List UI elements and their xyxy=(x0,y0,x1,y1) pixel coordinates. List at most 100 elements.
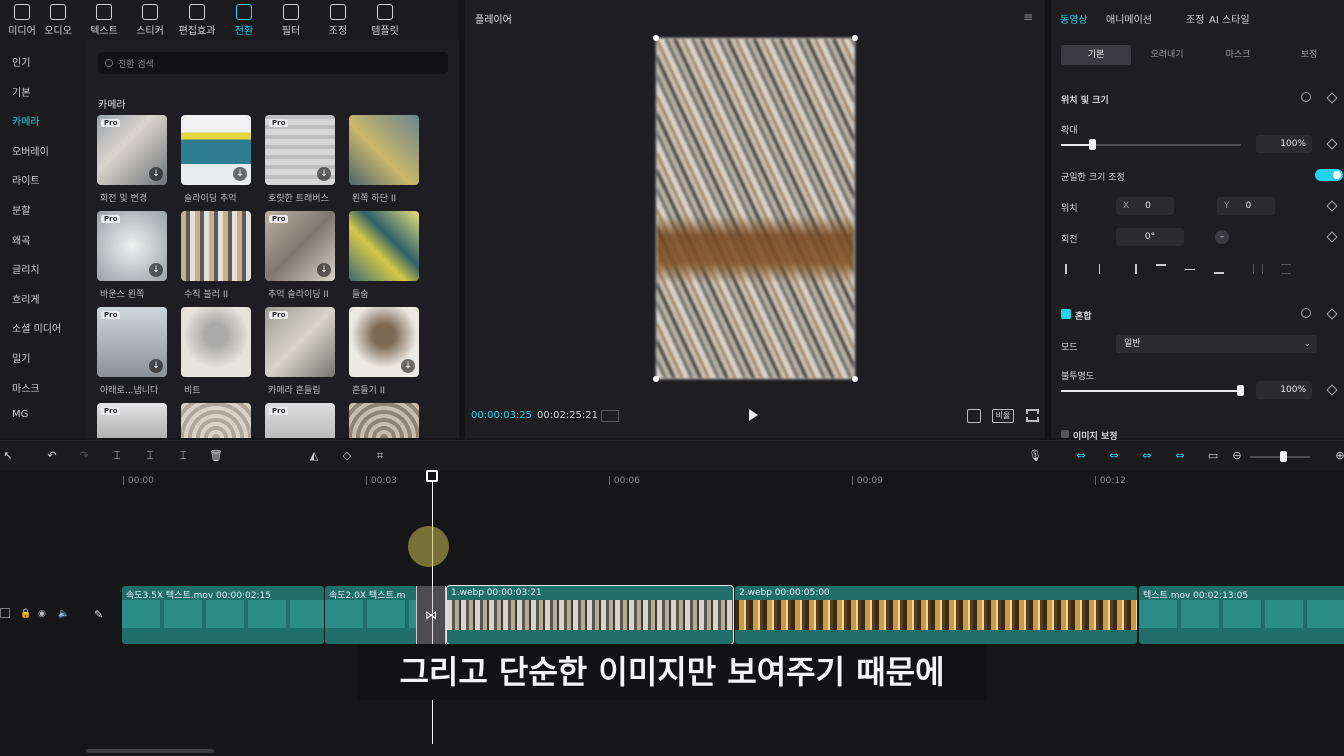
transition-tile[interactable]: Pro ↓ xyxy=(97,307,167,377)
volume-icon[interactable]: 🔈 xyxy=(58,609,69,619)
transition-marker[interactable]: ⋈ xyxy=(416,586,446,644)
keyframe-icon[interactable] xyxy=(1326,231,1338,243)
lock-icon[interactable]: 🔒 xyxy=(20,609,31,619)
preview-axis-icon[interactable]: ⇔ xyxy=(1174,450,1186,462)
category-item[interactable]: 소셜 미디어 xyxy=(12,320,61,335)
redo-icon[interactable]: ↷ xyxy=(78,450,90,462)
position-y-field[interactable]: Y0 xyxy=(1217,197,1275,215)
transition-tile[interactable]: Pro xyxy=(97,403,167,438)
toolbar-template-button[interactable]: 템플릿 xyxy=(363,4,407,38)
eye-icon[interactable]: ◉ xyxy=(38,609,46,619)
ratio-button[interactable]: 비율 xyxy=(992,409,1014,423)
toolbar-effects-button[interactable]: 편집효과 xyxy=(175,4,219,38)
toolbar-adjust-button[interactable]: 조정 xyxy=(316,4,360,38)
tab-3[interactable]: AI 스타일 xyxy=(1209,11,1250,26)
position-x-field[interactable]: X0 xyxy=(1116,197,1174,215)
category-item[interactable]: 마스크 xyxy=(12,380,40,395)
timeline-clip[interactable]: 1.webp 00:00:03:21 xyxy=(446,585,734,645)
reset-icon[interactable] xyxy=(1301,308,1311,318)
scale-slider-knob[interactable] xyxy=(1089,139,1096,150)
screenshot-icon[interactable] xyxy=(967,409,981,423)
split-icon[interactable]: ⌶ xyxy=(111,450,123,462)
track-icon[interactable] xyxy=(0,608,10,618)
snap-icon[interactable]: ⇔ xyxy=(1141,450,1153,462)
category-item[interactable]: 분할 xyxy=(12,202,30,217)
align-left-icon[interactable] xyxy=(1065,264,1075,274)
toolbar-audio-button[interactable]: 오디오 xyxy=(36,4,80,38)
transition-tile[interactable]: Pro xyxy=(265,307,335,377)
category-item[interactable]: MG xyxy=(12,409,28,420)
scale-field[interactable]: 100% xyxy=(1256,135,1312,153)
download-icon[interactable]: ↓ xyxy=(149,167,163,181)
tab-0[interactable]: 동영상 xyxy=(1060,11,1088,26)
category-item[interactable]: 오버레이 xyxy=(12,143,49,158)
download-icon[interactable]: ↓ xyxy=(149,263,163,277)
timeline-clip[interactable]: 속도3.5X 텍스트.mov 00:00:02:15 xyxy=(122,586,324,644)
fullscreen-icon[interactable] xyxy=(1026,409,1039,422)
align-bottom-icon[interactable] xyxy=(1214,264,1224,274)
transition-tile[interactable] xyxy=(181,307,251,377)
transition-tile[interactable] xyxy=(181,403,251,438)
zoom-in-icon[interactable]: ⊕ xyxy=(1334,450,1344,462)
distribute-v-icon[interactable] xyxy=(1281,264,1291,274)
opacity-field[interactable]: 100% xyxy=(1256,381,1312,399)
resize-handle[interactable] xyxy=(653,35,659,41)
stabilize-checkbox[interactable] xyxy=(1061,430,1069,438)
transition-tile[interactable]: Pro ↓ xyxy=(265,211,335,281)
preview-canvas[interactable] xyxy=(656,38,855,379)
zoom-out-icon[interactable]: ⊖ xyxy=(1231,450,1243,462)
transition-search-input[interactable]: 전환 검색 xyxy=(98,52,448,74)
transition-tile[interactable]: Pro ↓ xyxy=(265,115,335,185)
align-right-icon[interactable] xyxy=(1127,264,1137,274)
toolbar-sticker-button[interactable]: 스티커 xyxy=(128,4,172,38)
category-item[interactable]: 카메라 xyxy=(12,113,40,128)
toolbar-text-button[interactable]: 텍스트 xyxy=(82,4,126,38)
crop-icon[interactable]: ⌗ xyxy=(374,450,386,462)
tab-1[interactable]: 애니메이션 xyxy=(1106,11,1152,26)
select-tool-icon[interactable]: ↖ xyxy=(2,450,14,462)
mirror-icon[interactable]: ◭ xyxy=(308,450,320,462)
microphone-icon[interactable]: 🎙 xyxy=(1028,450,1042,462)
rotation-field[interactable]: 0° xyxy=(1116,228,1184,246)
download-icon[interactable]: ↓ xyxy=(317,167,331,181)
distribute-h-icon[interactable] xyxy=(1253,264,1263,274)
align-center-icon[interactable] xyxy=(1099,264,1109,274)
category-item[interactable]: 인기 xyxy=(12,54,30,69)
subtab-3[interactable]: 보정 xyxy=(1274,45,1344,65)
keyframe-icon[interactable] xyxy=(1326,384,1338,396)
download-icon[interactable]: ↓ xyxy=(233,167,247,181)
horizontal-scrollbar[interactable] xyxy=(86,749,214,753)
link-icon[interactable]: ⇔ xyxy=(1075,450,1087,462)
timeline-clip[interactable]: 텍스트.mov 00:02:13:05 xyxy=(1139,586,1344,644)
undo-icon[interactable]: ↶ xyxy=(46,450,58,462)
category-item[interactable]: 기본 xyxy=(12,84,30,99)
resize-handle[interactable] xyxy=(653,376,659,382)
keyframe-icon[interactable] xyxy=(1326,92,1338,104)
reset-icon[interactable] xyxy=(1301,92,1311,102)
uniform-scale-toggle[interactable] xyxy=(1315,169,1343,181)
subtab-0[interactable]: 기본 xyxy=(1061,45,1131,65)
rotation-dial[interactable]: – xyxy=(1215,230,1229,244)
resize-handle[interactable] xyxy=(852,35,858,41)
timeline-clip[interactable]: 속도2.0X 텍스트.m xyxy=(325,586,417,644)
tab-2[interactable]: 조정 xyxy=(1186,11,1204,26)
play-button[interactable] xyxy=(749,409,758,421)
rotate-icon[interactable]: ◇ xyxy=(341,450,353,462)
transition-tile[interactable]: Pro xyxy=(265,403,335,438)
transition-tile[interactable]: Pro ↓ xyxy=(97,115,167,185)
download-icon[interactable]: ↓ xyxy=(317,263,331,277)
category-item[interactable]: 밀기 xyxy=(12,350,30,365)
blend-checkbox[interactable] xyxy=(1061,309,1071,319)
split-left-icon[interactable]: ⌶ xyxy=(144,450,156,462)
keyframe-icon[interactable] xyxy=(1326,138,1338,150)
category-item[interactable]: 흐리게 xyxy=(12,291,40,306)
category-item[interactable]: 왜곡 xyxy=(12,232,30,247)
transition-tile[interactable] xyxy=(349,115,419,185)
timeline-grid-icon[interactable] xyxy=(601,410,619,422)
transition-tile[interactable]: ↓ xyxy=(181,115,251,185)
zoom-slider-knob[interactable] xyxy=(1280,451,1287,462)
keyframe-icon[interactable] xyxy=(1326,200,1338,212)
split-right-icon[interactable]: ⌶ xyxy=(177,450,189,462)
transition-tile[interactable] xyxy=(349,403,419,438)
resize-handle[interactable] xyxy=(852,376,858,382)
